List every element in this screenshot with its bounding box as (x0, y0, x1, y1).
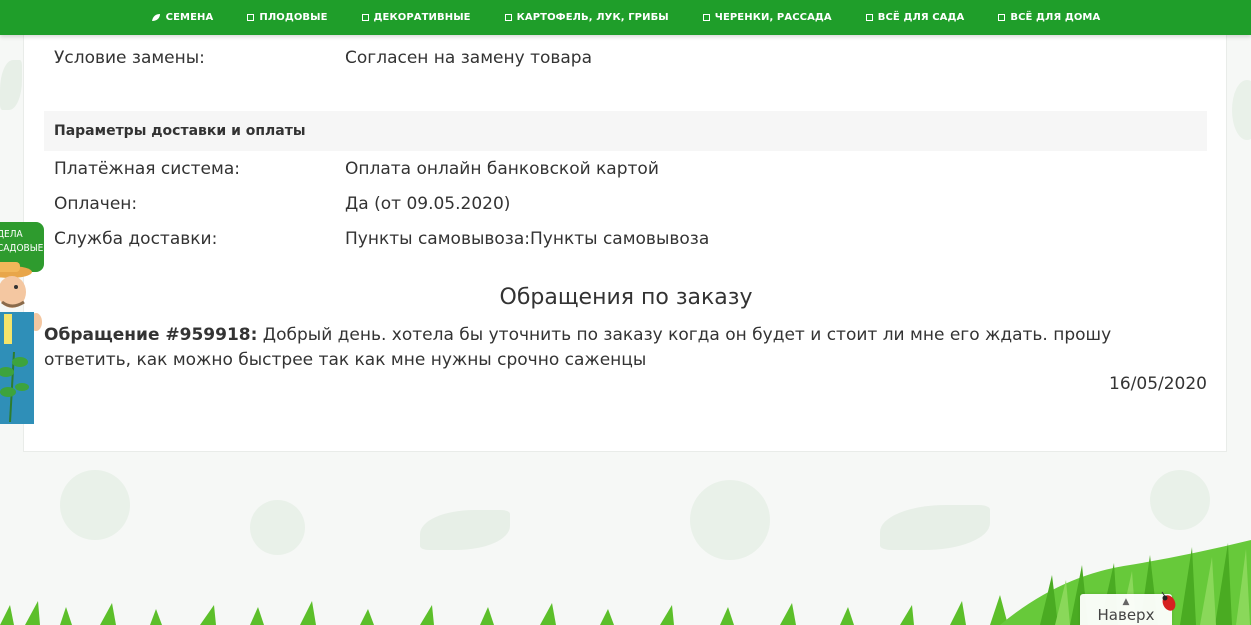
paid-value: Да (от 09.05.2020) (345, 194, 511, 214)
nav-item-label: КАРТОФЕЛЬ, ЛУК, ГРИБЫ (516, 12, 669, 23)
delivery-section-title: Параметры доставки и оплаты (44, 111, 1207, 151)
leaf-icon (151, 14, 160, 21)
nav-item-garden[interactable]: ВСЁ ДЛЯ САДА (865, 12, 965, 23)
nav-item-fruit[interactable]: ПЛОДОВЫЕ (247, 12, 327, 23)
background-pattern (1150, 470, 1210, 530)
paid-label: Оплачен: (54, 194, 138, 214)
nav-item-seeds[interactable]: СЕМЕНА (151, 12, 214, 23)
nav-item-decorative[interactable]: ДЕКОРАТИВНЫЕ (361, 12, 471, 23)
top-navigation: СЕМЕНА ПЛОДОВЫЕ ДЕКОРАТИВНЫЕ КАРТОФЕЛЬ, … (0, 0, 1251, 35)
payment-system-label: Платёжная система: (54, 159, 240, 179)
nav-item-label: СЕМЕНА (165, 12, 214, 23)
background-pattern (0, 60, 22, 110)
mascot-badge-line1: ДЕЛА (0, 229, 23, 240)
gardener-mascot-icon (0, 262, 42, 424)
square-icon (504, 14, 512, 21)
nav-item-potato-onion-mushrooms[interactable]: КАРТОФЕЛЬ, ЛУК, ГРИБЫ (504, 12, 669, 23)
replacement-label: Условие замены: (54, 48, 205, 68)
nav-item-label: ВСЁ ДЛЯ САДА (877, 12, 965, 23)
background-pattern (1232, 80, 1251, 140)
appeal-number: Обращение #959918: (44, 325, 258, 345)
grass-decoration (0, 540, 1251, 625)
appeal-date: 16/05/2020 (1109, 374, 1207, 394)
mascot-badge-line2: САДОВЫЕ (0, 243, 44, 254)
appeals-title: Обращения по заказу (499, 285, 753, 310)
delivery-service-label: Служба доставки: (54, 229, 218, 249)
nav-item-label: ПЛОДОВЫЕ (259, 12, 328, 23)
square-icon (998, 14, 1006, 21)
replacement-value: Согласен на замену товара (345, 48, 593, 68)
delivery-service-value: Пункты самовывоза:Пункты самовывоза (345, 229, 710, 249)
background-pattern (60, 470, 130, 540)
payment-system-value: Оплата онлайн банковской картой (345, 159, 659, 179)
nav-item-label: ЧЕРЕНКИ, РАССАДА (714, 12, 832, 23)
square-icon (361, 14, 369, 21)
ladybug-icon (1161, 591, 1176, 611)
nav-item-home[interactable]: ВСЁ ДЛЯ ДОМА (998, 12, 1100, 23)
square-icon (865, 14, 873, 21)
nav-menu: СЕМЕНА ПЛОДОВЫЕ ДЕКОРАТИВНЫЕ КАРТОФЕЛЬ, … (134, 12, 1118, 23)
square-icon (702, 14, 710, 21)
nav-item-cuttings-seedlings[interactable]: ЧЕРЕНКИ, РАССАДА (702, 12, 832, 23)
appeal-message: Обращение #959918: Добрый день. хотела б… (44, 323, 1194, 373)
nav-item-label: ДЕКОРАТИВНЫЕ (373, 12, 471, 23)
nav-item-label: ВСЁ ДЛЯ ДОМА (1010, 12, 1101, 23)
order-details-card: Условие замены: Согласен на замену товар… (23, 0, 1227, 452)
mascot-widget[interactable]: ДЕЛА САДОВЫЕ (0, 222, 46, 424)
square-icon (247, 14, 255, 21)
